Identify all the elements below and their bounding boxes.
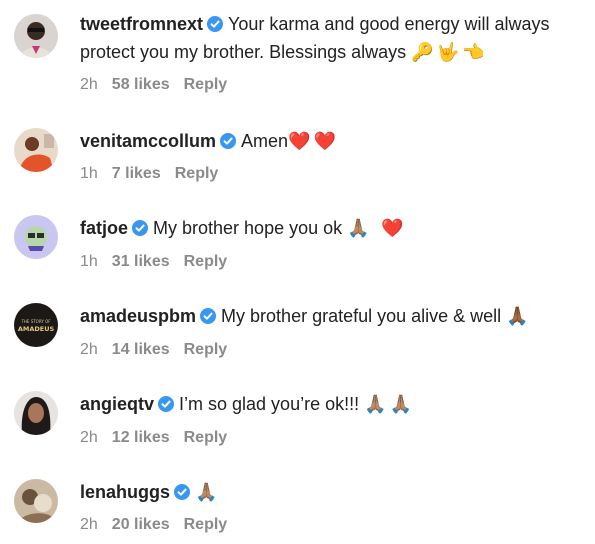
comment-likes[interactable]: 20 likes xyxy=(112,516,170,533)
avatar[interactable] xyxy=(14,391,58,435)
comment-emoji: 🙏🏾 xyxy=(506,306,532,327)
comment-username[interactable]: venitamccollum xyxy=(80,131,216,151)
reply-button[interactable]: Reply xyxy=(184,429,228,446)
comment-time: 2h xyxy=(80,516,98,533)
comment-emoji: 🔑🤟👈 xyxy=(411,42,488,63)
reply-button[interactable]: Reply xyxy=(184,253,228,270)
comment-text: I’m so glad you’re ok!!! xyxy=(179,394,360,414)
avatar[interactable] xyxy=(14,215,58,259)
comment-username[interactable]: lenahuggs xyxy=(80,482,170,502)
avatar-label: AMADEUS xyxy=(18,325,55,333)
avatar[interactable] xyxy=(14,128,58,172)
verified-badge-icon xyxy=(132,220,149,236)
comment-username[interactable]: angieqtv xyxy=(80,394,154,414)
comment-emoji: 🙏🏽🙏🏽 xyxy=(364,394,415,415)
comment-time: 2h xyxy=(80,341,98,358)
comment-text: Amen xyxy=(241,131,289,151)
comment-emoji: ❤️❤️ xyxy=(288,131,339,152)
comment-username[interactable]: amadeuspbm xyxy=(80,306,196,326)
svg-text:THE STORY OF: THE STORY OF xyxy=(20,319,51,324)
avatar[interactable] xyxy=(14,14,58,58)
reply-button[interactable]: Reply xyxy=(184,76,228,93)
avatar[interactable] xyxy=(14,479,58,523)
reply-button[interactable]: Reply xyxy=(175,165,219,182)
verified-badge-icon xyxy=(200,308,217,324)
comment-likes[interactable]: 31 likes xyxy=(112,253,170,270)
reply-button[interactable]: Reply xyxy=(184,516,228,533)
comment-time: 2h xyxy=(80,429,98,446)
verified-badge-icon xyxy=(174,484,191,500)
comment-username[interactable]: tweetfromnext xyxy=(80,14,203,34)
comment-likes[interactable]: 58 likes xyxy=(112,76,170,93)
comment-time: 2h xyxy=(80,76,98,93)
comment-time: 1h xyxy=(80,165,98,182)
reply-button[interactable]: Reply xyxy=(184,341,228,358)
comment-emoji: 🙏🏽 xyxy=(195,482,221,503)
verified-badge-icon xyxy=(158,396,175,412)
comment-text: My brother hope you ok xyxy=(153,218,343,238)
comment-likes[interactable]: 12 likes xyxy=(112,429,170,446)
comment-likes[interactable]: 14 likes xyxy=(112,341,170,358)
comment-likes[interactable]: 7 likes xyxy=(112,165,161,182)
verified-badge-icon xyxy=(207,16,224,32)
comment-time: 1h xyxy=(80,253,98,270)
avatar[interactable]: THE STORY OF AMADEUS xyxy=(14,303,58,347)
comment-emoji: 🙏🏽 ❤️ xyxy=(347,218,407,239)
comment-text: My brother grateful you alive & well xyxy=(221,306,502,326)
verified-badge-icon xyxy=(220,133,237,149)
comment-username[interactable]: fatjoe xyxy=(80,218,128,238)
